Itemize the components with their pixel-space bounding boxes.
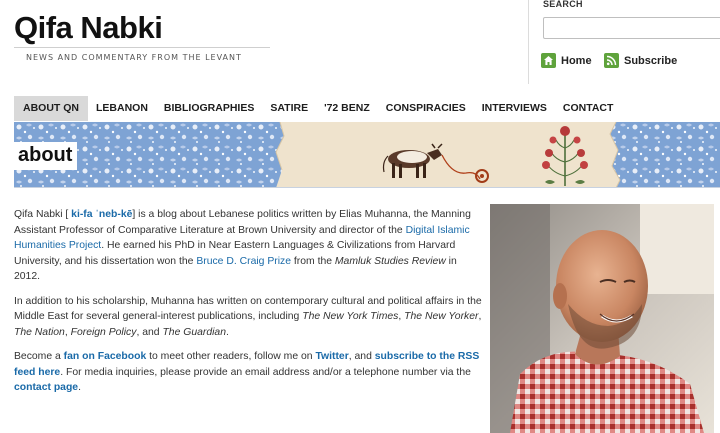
author-photo (490, 204, 714, 433)
about-paragraph-2: In addition to his scholarship, Muhanna … (14, 294, 482, 341)
main-nav: ABOUT QN LEBANON BIBLIOGRAPHIES SATIRE '… (14, 96, 720, 121)
page-title: about (14, 142, 78, 170)
search-input[interactable] (543, 17, 720, 39)
search-label: SEARCH (543, 0, 583, 9)
about-paragraph-1: Qifa Nabki [ ki-fa ˈneb-kē] is a blog ab… (14, 207, 482, 285)
publication-title: The New York Times (302, 311, 399, 322)
text-run: Become a (14, 351, 64, 362)
text-run: . (226, 326, 229, 338)
text-run: , and (348, 351, 375, 362)
facebook-link[interactable]: fan on Facebook (64, 351, 147, 362)
publication-title: Foreign Policy (70, 326, 137, 338)
contact-page-link[interactable]: contact page (14, 382, 78, 393)
about-paragraph-3: Become a fan on Facebook to meet other r… (14, 349, 482, 396)
nav-item-about-qn[interactable]: ABOUT QN (14, 96, 88, 121)
about-content: Qifa Nabki [ ki-fa ˈneb-kē] is a blog ab… (14, 207, 482, 405)
subscribe-link-label: Subscribe (624, 54, 678, 67)
publication-title: The Guardian (162, 326, 226, 338)
home-link[interactable]: Home (541, 53, 592, 68)
journal-title: Mamluk Studies Review (334, 255, 446, 267)
text-run: Qifa Nabki [ (14, 209, 72, 220)
publication-title: The Nation (14, 326, 65, 338)
home-link-label: Home (561, 54, 592, 67)
site-title[interactable]: Qifa Nabki (14, 10, 163, 46)
text-run: . (78, 382, 81, 393)
rss-icon (604, 53, 619, 68)
nav-item-72-benz[interactable]: '72 BENZ (316, 96, 378, 121)
pronunciation-link[interactable]: ki-fa ˈneb-kē (71, 209, 132, 220)
nav-item-contact[interactable]: CONTACT (555, 96, 622, 121)
page-banner: about (14, 122, 720, 188)
text-run: , (478, 311, 482, 322)
text-run: from the (291, 255, 335, 267)
nav-item-conspiracies[interactable]: CONSPIRACIES (378, 96, 474, 121)
twitter-link[interactable]: Twitter (315, 351, 348, 362)
nav-item-bibliographies[interactable]: BIBLIOGRAPHIES (156, 96, 262, 121)
publication-title: The New Yorker (404, 311, 479, 322)
nav-item-lebanon[interactable]: LEBANON (88, 96, 156, 121)
text-run: . For media inquiries, please provide an… (60, 366, 471, 378)
text-run: to meet other readers, follow me on (146, 351, 316, 362)
nav-item-satire[interactable]: SATIRE (262, 96, 316, 121)
search-block: SEARCH Home Subscribe (528, 0, 720, 84)
site-tagline: NEWS AND COMMENTARY FROM THE LEVANT (14, 47, 270, 62)
home-icon (541, 53, 556, 68)
subscribe-link[interactable]: Subscribe (604, 53, 677, 68)
floral-pattern (14, 122, 720, 187)
text-run: , and (136, 326, 163, 338)
nav-item-interviews[interactable]: INTERVIEWS (474, 96, 555, 121)
bruce-craig-prize-link[interactable]: Bruce D. Craig Prize (196, 256, 291, 267)
